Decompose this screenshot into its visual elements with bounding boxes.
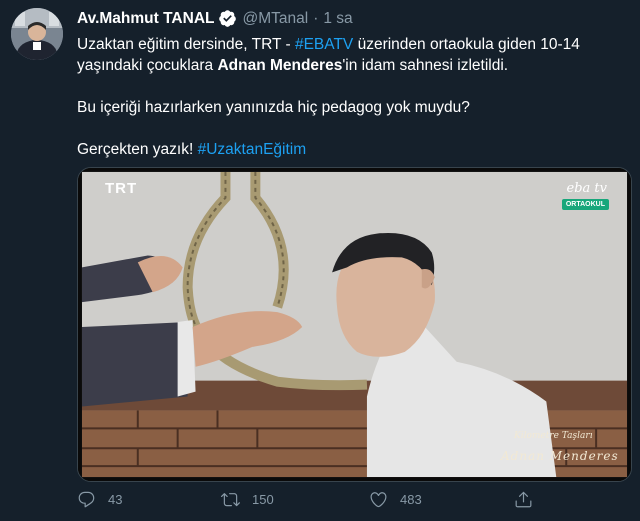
- caption-line-1: Kilometre Taşları: [514, 431, 593, 441]
- tweet-header: Av.Mahmut TANAL @MTanal · 1 sa: [77, 9, 353, 28]
- heart-icon: [370, 492, 387, 508]
- reply-button[interactable]: 43: [77, 490, 122, 509]
- author-handle[interactable]: @MTanal: [242, 10, 308, 28]
- reply-count: 43: [108, 492, 123, 507]
- ortaokul-badge: ORTAOKUL: [561, 199, 609, 210]
- share-icon: [515, 491, 532, 508]
- hashtag-link[interactable]: #EBATV: [295, 36, 353, 53]
- verified-badge-icon: [218, 9, 237, 28]
- tweet-media-image[interactable]: TRT eba tv ORTAOKUL Kilometre Taşları Ad…: [77, 167, 632, 482]
- avatar-photo: [11, 8, 63, 60]
- author-avatar[interactable]: [11, 8, 63, 60]
- tweet-paragraph-3: Gerçekten yazık! #UzaktanEğitim: [77, 139, 627, 160]
- caption-line-2: Adnan Menderes: [501, 449, 619, 463]
- like-count: 483: [400, 492, 422, 507]
- header-separator: ·: [313, 9, 319, 27]
- retweet-icon: [221, 493, 240, 507]
- tweet-timestamp[interactable]: 1 sa: [323, 10, 352, 28]
- trt-logo: TRT: [105, 180, 138, 197]
- author-name[interactable]: Av.Mahmut TANAL: [77, 10, 214, 28]
- tweet-text-segment: Uzaktan eğitim dersinde, TRT -: [77, 36, 295, 53]
- share-button[interactable]: [514, 490, 533, 509]
- tweet-paragraph-2: Bu içeriği hazırlarken yanınızda hiç ped…: [77, 99, 470, 116]
- tweet-text-segment: Gerçekten yazık!: [77, 141, 198, 158]
- tweet-actions: 43 150 483: [77, 490, 547, 516]
- hashtag-link[interactable]: #UzaktanEğitim: [198, 141, 307, 158]
- tweet-body: Uzaktan eğitim dersinde, TRT - #EBATV üz…: [77, 34, 627, 160]
- retweet-button[interactable]: 150: [221, 490, 274, 509]
- eba-tv-logo: eba tv: [566, 181, 607, 196]
- reply-icon: [78, 491, 95, 508]
- bold-name: Adnan Menderes: [217, 57, 343, 74]
- retweet-count: 150: [252, 492, 274, 507]
- tweet-paragraph-1: Uzaktan eğitim dersinde, TRT - #EBATV üz…: [77, 34, 627, 76]
- tweet-text-segment: 'in idam sahnesi izletildi.: [342, 57, 509, 74]
- like-button[interactable]: 483: [369, 490, 422, 509]
